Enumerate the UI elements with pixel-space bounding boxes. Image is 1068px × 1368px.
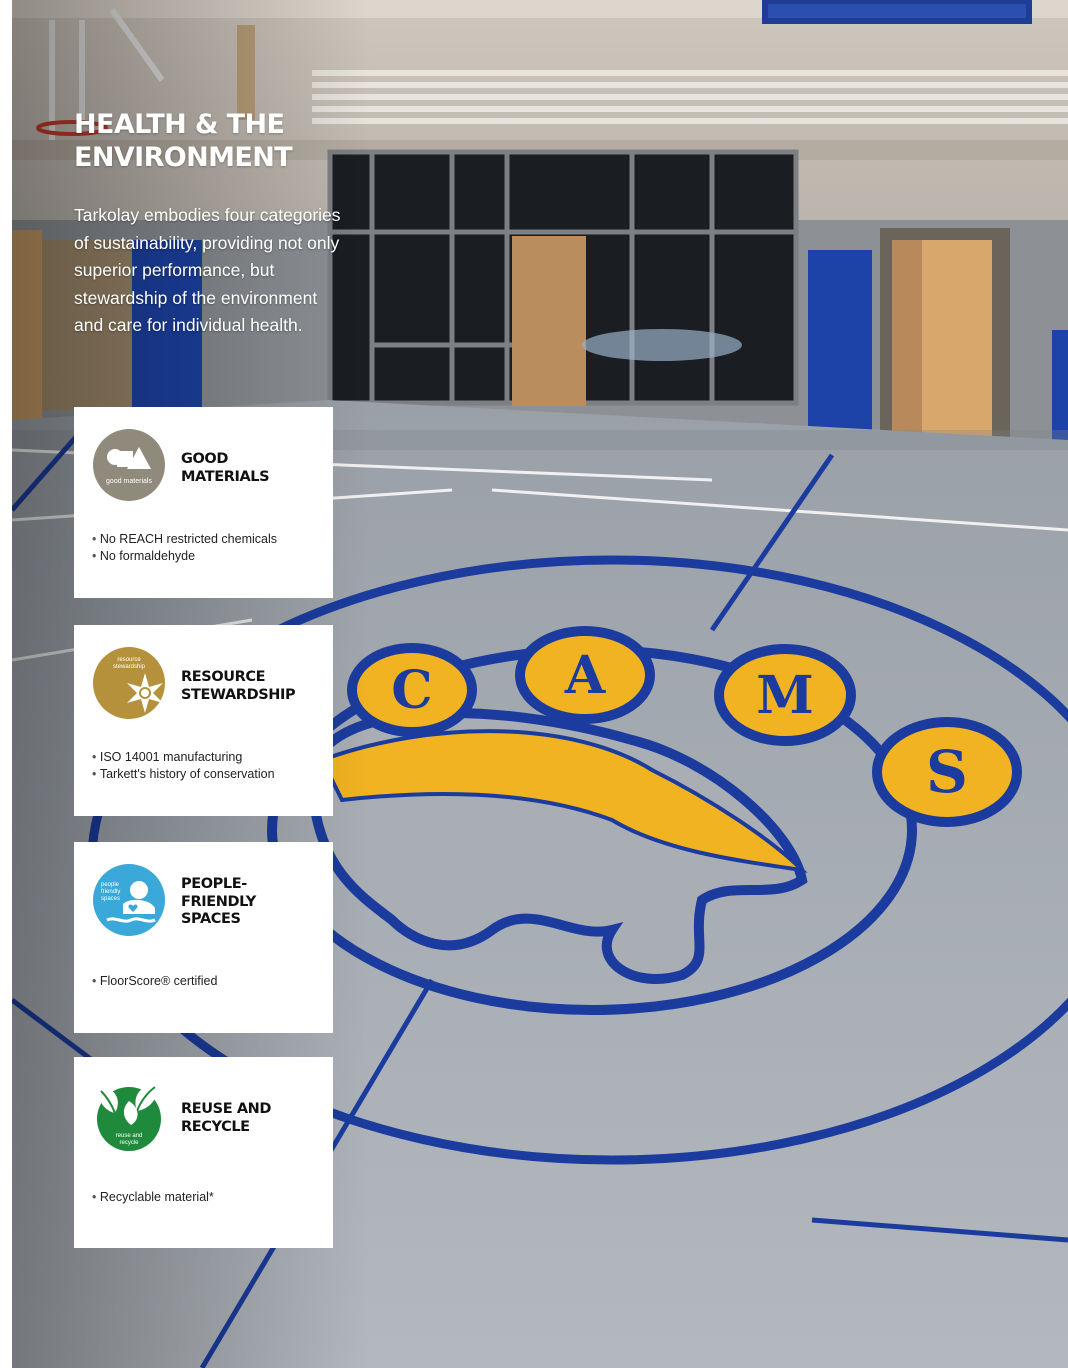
people-friendly-icon-label-2: friendly xyxy=(101,889,120,895)
reuse-recycle-icon-label-1: reuse and xyxy=(116,1133,143,1139)
card-title-line: FRIENDLY xyxy=(181,893,256,910)
card-people-friendly-spaces: people friendly spaces PEOPLE- FRIENDLY … xyxy=(74,842,333,1033)
page-title: HEALTH & THE ENVIRONMENT xyxy=(74,108,354,174)
card-good-materials: good materials GOOD MATERIALS No REACH r… xyxy=(74,407,333,598)
resource-stewardship-icon: resource stewardship xyxy=(93,647,165,719)
card-bullet-list: Recyclable material* xyxy=(92,1189,214,1206)
reuse-recycle-icon-label-2: recycle xyxy=(119,1140,139,1146)
card-title-line: SPACES xyxy=(181,911,241,927)
resource-stewardship-icon-label-2: stewardship xyxy=(113,664,146,670)
card-title: PEOPLE- FRIENDLY SPACES xyxy=(181,876,321,929)
people-friendly-icon-label-3: spaces xyxy=(101,896,120,902)
card-resource-stewardship: resource stewardship RESOURCE STEWARDSHI… xyxy=(74,625,333,816)
card-title-line: PEOPLE- xyxy=(181,876,247,892)
list-item: ISO 14001 manufacturing xyxy=(92,749,275,766)
good-materials-icon: good materials xyxy=(93,429,165,501)
list-item: Recyclable material* xyxy=(92,1189,214,1206)
card-title-line: GOOD xyxy=(181,451,228,467)
resource-stewardship-icon-label-1: resource xyxy=(117,657,141,663)
list-item: FloorScore® certified xyxy=(92,973,218,990)
card-title-line: REUSE AND xyxy=(181,1101,272,1117)
card-bullet-list: No REACH restricted chemicals No formald… xyxy=(92,531,277,565)
floor-letter-m: M xyxy=(756,665,814,726)
people-friendly-icon-label-1: people xyxy=(101,882,120,888)
page: C A M S HEALTH & THE ENVIRONMENT Tarkola… xyxy=(0,0,1068,1368)
card-bullet-list: ISO 14001 manufacturing Tarkett's histor… xyxy=(92,749,275,783)
card-reuse-and-recycle: reuse and recycle REUSE AND RECYCLE Recy… xyxy=(74,1057,333,1248)
card-title-line: RECYCLE xyxy=(181,1118,250,1135)
intro-paragraph: Tarkolay embodies four categories of sus… xyxy=(74,205,341,335)
title-line-1: HEALTH & THE xyxy=(74,109,285,140)
card-title-line: MATERIALS xyxy=(181,468,270,485)
card-title: REUSE AND RECYCLE xyxy=(181,1101,321,1136)
people-friendly-spaces-icon: people friendly spaces xyxy=(93,864,165,936)
floor-letter-s: S xyxy=(926,738,968,806)
reuse-and-recycle-icon: reuse and recycle xyxy=(97,1084,161,1151)
floor-letter-c: C xyxy=(391,660,432,721)
card-title: GOOD MATERIALS xyxy=(181,451,321,486)
card-title: RESOURCE STEWARDSHIP xyxy=(181,669,321,704)
list-item: No formaldehyde xyxy=(92,548,277,565)
list-item: Tarkett's history of conservation xyxy=(92,766,275,783)
card-title-line: STEWARDSHIP xyxy=(181,686,296,703)
good-materials-icon-label: good materials xyxy=(106,478,152,485)
card-bullet-list: FloorScore® certified xyxy=(92,973,218,990)
list-item: No REACH restricted chemicals xyxy=(92,531,277,548)
title-line-2: ENVIRONMENT xyxy=(74,142,293,173)
card-title-line: RESOURCE xyxy=(181,669,266,685)
floor-letter-a: A xyxy=(564,645,606,706)
